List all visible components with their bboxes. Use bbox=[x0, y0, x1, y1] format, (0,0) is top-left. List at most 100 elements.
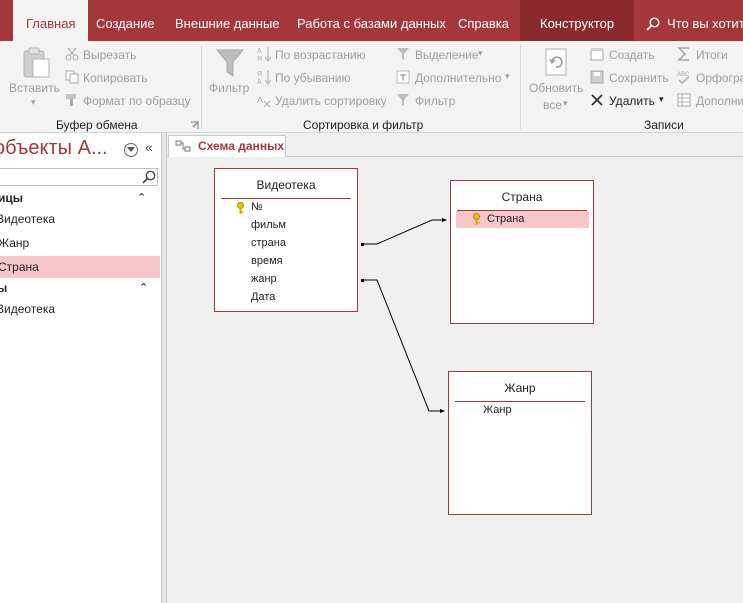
field-strana-key[interactable]: Страна bbox=[487, 213, 524, 225]
collapse-group-icon[interactable]: ⌃ bbox=[137, 188, 146, 208]
field-zhanr-key[interactable]: Жанр bbox=[483, 404, 512, 416]
svg-text:A: A bbox=[257, 48, 262, 55]
tab-relationships[interactable]: Схема данных bbox=[168, 135, 286, 157]
table-title[interactable]: Страна bbox=[451, 190, 593, 204]
svg-text:Я: Я bbox=[257, 56, 262, 62]
paste-dropdown-arrow[interactable]: ▾ bbox=[31, 97, 36, 108]
tab-database-tools[interactable]: Работа с базами данных bbox=[297, 0, 446, 41]
nav-pane-title[interactable]: объекты А... bbox=[0, 137, 108, 160]
ribbon-tab-bar: Главная Создание Внешние данные Работа с… bbox=[0, 0, 743, 41]
tab-home[interactable]: Главная bbox=[13, 0, 89, 41]
collapse-nav-pane-button[interactable]: « bbox=[145, 139, 153, 155]
refresh-all-button-line2[interactable]: все bbox=[543, 98, 562, 112]
sort-ascending-button[interactable]: По возрастанию bbox=[275, 48, 366, 62]
nav-group-label: ы bbox=[0, 281, 7, 295]
more-records-button[interactable]: Дополни bbox=[696, 94, 743, 108]
new-record-icon bbox=[590, 48, 604, 61]
table-zhanr[interactable]: Жанр Жанр bbox=[448, 371, 592, 515]
cut-button[interactable]: Вырезать bbox=[83, 48, 136, 62]
ribbon: Вставить ▾ Вырезать Копировать Формат по… bbox=[0, 41, 743, 133]
format-painter-button[interactable]: Формат по образцу bbox=[83, 94, 191, 108]
toggle-filter-button[interactable]: Фильтр bbox=[415, 94, 455, 108]
chevron-down-icon bbox=[127, 147, 135, 152]
dialog-launcher-icon[interactable] bbox=[190, 121, 199, 130]
paste-button[interactable]: Вставить bbox=[9, 81, 60, 95]
field-vremya[interactable]: время bbox=[251, 255, 283, 267]
key-icon bbox=[237, 202, 244, 214]
copy-icon bbox=[65, 70, 79, 84]
spelling-icon: ABC bbox=[677, 72, 690, 84]
nav-item-label: Страна bbox=[0, 260, 39, 274]
sort-ascending-icon: A Я bbox=[257, 47, 272, 62]
format-painter-icon bbox=[66, 94, 76, 106]
table-title-rule bbox=[221, 198, 351, 199]
table-title[interactable]: Видеотека bbox=[215, 178, 357, 192]
selection-filter-icon bbox=[397, 48, 409, 60]
new-record-button[interactable]: Создать bbox=[609, 48, 655, 62]
sort-descending-button[interactable]: По убыванию bbox=[275, 71, 351, 85]
advanced-filter-button[interactable]: Дополнительно bbox=[415, 71, 501, 85]
more-records-icon bbox=[677, 93, 691, 107]
tab-help[interactable]: Справка bbox=[458, 0, 509, 41]
field-strana[interactable]: страна bbox=[251, 237, 286, 249]
svg-text:A: A bbox=[257, 79, 262, 85]
selection-dropdown-arrow[interactable]: ▾ bbox=[478, 48, 483, 59]
delete-dropdown-arrow[interactable]: ▾ bbox=[659, 94, 664, 105]
nav-group-label: ицы bbox=[0, 191, 24, 205]
paste-icon bbox=[23, 47, 50, 78]
relationships-icon bbox=[175, 140, 191, 152]
ribbon-separator bbox=[520, 45, 521, 129]
ribbon-separator bbox=[201, 45, 202, 129]
navigation-pane: объекты А... « ицы ⌃ Видеотека Жанр Стра… bbox=[0, 133, 162, 603]
refresh-icon bbox=[545, 48, 567, 76]
save-record-button[interactable]: Сохранить bbox=[609, 71, 669, 85]
nav-pane-menu-button[interactable] bbox=[124, 143, 138, 157]
sort-descending-icon: Я A bbox=[257, 70, 272, 85]
spelling-button[interactable]: Орфогра bbox=[696, 71, 743, 85]
search-icon[interactable] bbox=[141, 169, 157, 185]
nav-search-input[interactable] bbox=[0, 168, 158, 186]
search-icon[interactable] bbox=[646, 17, 660, 31]
delete-icon bbox=[591, 94, 603, 106]
field-nomer[interactable]: № bbox=[251, 201, 263, 213]
table-strana[interactable]: Страна Страна bbox=[450, 180, 594, 324]
selection-button[interactable]: Выделение bbox=[415, 48, 479, 62]
nav-item-videoteka-form[interactable]: Видеотека bbox=[0, 298, 156, 320]
nav-item-label: Жанр bbox=[0, 236, 30, 250]
field-data[interactable]: Дата bbox=[251, 291, 275, 303]
tab-external-data[interactable]: Внешние данные bbox=[175, 0, 280, 41]
nav-item-zhanr[interactable]: Жанр bbox=[0, 232, 158, 254]
field-film[interactable]: фильм bbox=[251, 219, 286, 231]
sort-filter-group-label: Сортировка и фильтр bbox=[303, 118, 424, 132]
table-title-rule bbox=[455, 401, 585, 402]
remove-sort-icon: A bbox=[257, 95, 271, 108]
tab-design[interactable]: Конструктор bbox=[520, 0, 635, 41]
table-videoteka[interactable]: Видеотека № фильм страна время жанр Дата bbox=[214, 168, 358, 312]
totals-button[interactable]: Итоги bbox=[696, 48, 728, 62]
refresh-all-button[interactable]: Обновить bbox=[529, 81, 583, 95]
nav-item-videoteka[interactable]: Видеотека bbox=[0, 208, 156, 230]
clipboard-group-label: Буфер обмена bbox=[56, 118, 138, 132]
advanced-dropdown-arrow[interactable]: ▾ bbox=[505, 71, 510, 82]
svg-text:A: A bbox=[257, 95, 263, 105]
records-group-label: Записи bbox=[644, 118, 684, 132]
key-icon bbox=[473, 213, 480, 225]
copy-button[interactable]: Копировать bbox=[83, 71, 148, 85]
funnel-icon bbox=[215, 49, 245, 77]
nav-group-forms[interactable]: ы ⌃ bbox=[0, 278, 157, 298]
table-title[interactable]: Жанр bbox=[449, 381, 591, 395]
nav-item-strana[interactable]: Страна bbox=[0, 256, 160, 278]
field-zhanr[interactable]: жанр bbox=[251, 273, 277, 285]
svg-text:Я: Я bbox=[257, 71, 262, 78]
tab-create[interactable]: Создание bbox=[96, 0, 155, 41]
cut-icon bbox=[65, 47, 79, 61]
collapse-group-icon[interactable]: ⌃ bbox=[139, 278, 148, 298]
remove-sort-button[interactable]: Удалить сортировку bbox=[275, 94, 387, 108]
filter-button[interactable]: Фильтр bbox=[209, 81, 249, 95]
nav-item-label: Видеотека bbox=[0, 212, 56, 226]
refresh-dropdown-arrow[interactable]: ▾ bbox=[563, 98, 568, 109]
nav-group-tables[interactable]: ицы ⌃ bbox=[0, 188, 158, 208]
save-record-icon bbox=[590, 70, 604, 84]
delete-button[interactable]: Удалить bbox=[609, 94, 655, 108]
tell-me-box[interactable]: Что вы хотите bbox=[667, 0, 743, 41]
